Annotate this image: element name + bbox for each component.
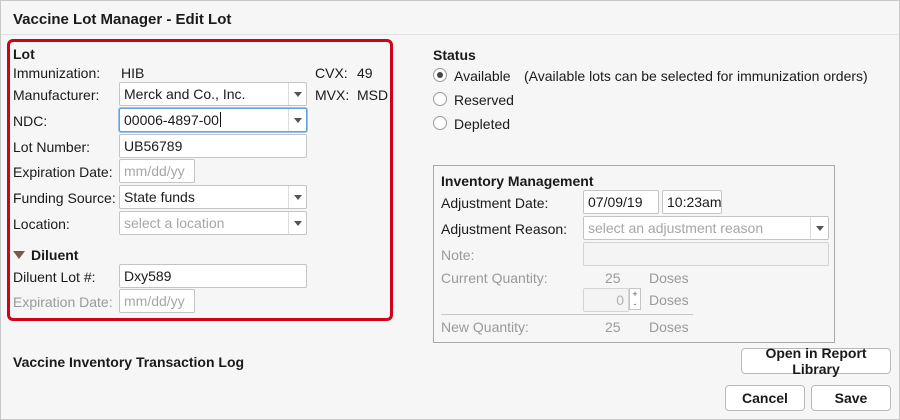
location-label: Location: (13, 216, 70, 232)
manufacturer-value: Merck and Co., Inc. (124, 86, 246, 102)
adjustment-reason-label: Adjustment Reason: (441, 221, 568, 237)
current-quantity-value: 25 (605, 270, 621, 286)
adjustment-time-input[interactable]: 10:23am (662, 190, 722, 214)
diluent-lot-input[interactable]: Dxy589 (119, 264, 307, 288)
current-quantity-label: Current Quantity: (441, 270, 548, 286)
new-quantity-value: 25 (605, 319, 621, 335)
save-button[interactable]: Save (811, 385, 891, 411)
immunization-label: Immunization: (13, 65, 101, 81)
status-available-radio[interactable] (433, 68, 447, 82)
status-available-label[interactable]: Available (454, 68, 511, 84)
increment-icon[interactable]: + (630, 289, 640, 299)
quantity-divider (441, 314, 693, 315)
cvx-label: CVX: (315, 65, 348, 81)
status-available-note: (Available lots can be selected for immu… (524, 68, 868, 84)
note-input[interactable] (583, 242, 829, 266)
transaction-log-heading: Vaccine Inventory Transaction Log (13, 354, 245, 370)
expiration-date-label: Expiration Date: (13, 164, 113, 180)
open-report-library-button[interactable]: Open in Report Library (741, 345, 891, 377)
chevron-down-icon[interactable] (810, 217, 828, 239)
expiration-date-input[interactable]: mm/dd/yy (119, 159, 195, 183)
lot-heading: Lot (13, 46, 35, 62)
adjustment-reason-placeholder: select an adjustment reason (588, 220, 764, 236)
funding-source-select[interactable]: State funds (119, 185, 307, 209)
chevron-down-icon[interactable] (288, 212, 306, 234)
location-placeholder: select a location (124, 215, 225, 231)
funding-source-label: Funding Source: (13, 190, 116, 206)
adjustment-reason-select[interactable]: select an adjustment reason (583, 216, 829, 240)
location-select[interactable]: select a location (119, 211, 307, 235)
status-depleted-label[interactable]: Depleted (454, 116, 510, 132)
adjustment-date-label: Adjustment Date: (441, 195, 549, 211)
diluent-collapse-icon[interactable] (13, 251, 25, 259)
edit-lot-window: Vaccine Lot Manager - Edit Lot Lot Immun… (0, 0, 900, 420)
ndc-label: NDC: (13, 113, 48, 129)
immunization-value: HIB (121, 65, 145, 81)
adjustment-date-input[interactable]: 07/09/19 (583, 190, 659, 214)
mvx-label: MVX: (315, 87, 350, 103)
manufacturer-select[interactable]: Merck and Co., Inc. (119, 82, 307, 106)
new-quantity-unit: Doses (649, 319, 689, 335)
manufacturer-label: Manufacturer: (13, 87, 100, 103)
inventory-heading: Inventory Management (441, 173, 594, 189)
cancel-button[interactable]: Cancel (725, 385, 805, 411)
diluent-expiration-label: Expiration Date: (13, 294, 113, 310)
cvx-value: 49 (357, 65, 373, 81)
adjust-quantity-unit: Doses (649, 292, 689, 308)
new-quantity-label: New Quantity: (441, 319, 529, 335)
current-quantity-unit: Doses (649, 270, 689, 286)
text-caret (219, 112, 221, 127)
ndc-combo[interactable]: 00006-4897-00 (119, 108, 307, 132)
mvx-value: MSD (357, 87, 389, 103)
status-reserved-radio[interactable] (433, 92, 447, 106)
decrement-icon[interactable]: - (630, 299, 640, 309)
lot-number-input[interactable]: UB56789 (119, 134, 307, 158)
window-title: Vaccine Lot Manager - Edit Lot (13, 11, 232, 28)
quantity-stepper[interactable]: + - (629, 288, 641, 310)
diluent-expiration-input[interactable]: mm/dd/yy (119, 289, 195, 313)
diluent-heading: Diluent (31, 247, 79, 263)
status-heading: Status (433, 47, 476, 63)
title-divider (1, 34, 899, 35)
chevron-down-icon[interactable] (288, 83, 306, 105)
ndc-value: 00006-4897-00 (124, 112, 219, 128)
note-label: Note: (441, 247, 475, 263)
status-reserved-label[interactable]: Reserved (454, 92, 514, 108)
status-depleted-radio[interactable] (433, 116, 447, 130)
diluent-lot-label: Diluent Lot #: (13, 269, 96, 285)
lot-number-label: Lot Number: (13, 139, 91, 155)
funding-source-value: State funds (124, 189, 195, 205)
chevron-down-icon[interactable] (288, 109, 306, 131)
adjust-quantity-input[interactable]: 0 (583, 288, 629, 312)
chevron-down-icon[interactable] (288, 186, 306, 208)
